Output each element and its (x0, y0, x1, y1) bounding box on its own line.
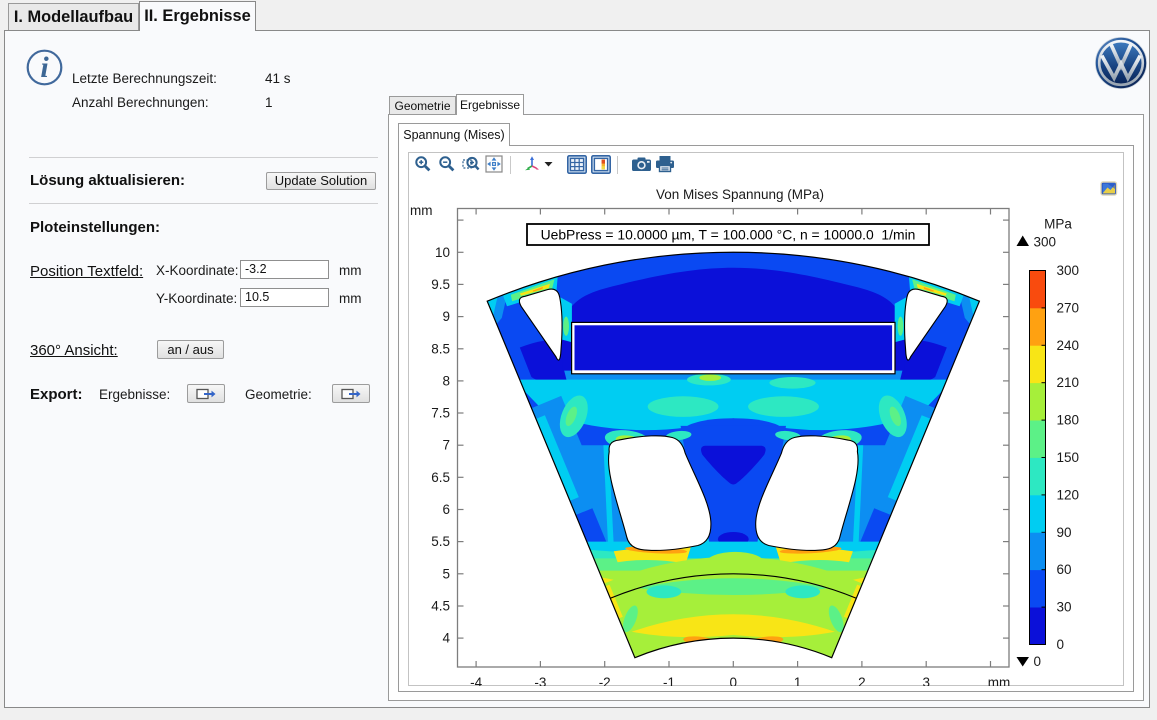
svg-text:0: 0 (730, 675, 738, 686)
svg-text:MPa: MPa (1044, 217, 1072, 232)
svg-text:0: 0 (1034, 654, 1042, 669)
svg-text:6.5: 6.5 (431, 470, 450, 485)
svg-text:-1: -1 (663, 675, 675, 686)
svg-text:-2: -2 (599, 675, 611, 686)
svg-text:mm: mm (988, 675, 1011, 686)
svg-text:210: 210 (1057, 375, 1080, 390)
svg-text:0: 0 (1057, 637, 1065, 652)
svg-text:300: 300 (1057, 263, 1080, 278)
svg-text:30: 30 (1057, 600, 1072, 615)
svg-text:9: 9 (442, 309, 450, 324)
svg-text:5: 5 (442, 566, 450, 581)
svg-text:300: 300 (1034, 235, 1057, 250)
svg-text:8.5: 8.5 (431, 341, 450, 356)
svg-text:4: 4 (442, 631, 450, 646)
svg-text:6: 6 (442, 502, 450, 517)
svg-text:8: 8 (442, 373, 450, 388)
svg-text:10: 10 (435, 245, 450, 260)
svg-text:-3: -3 (534, 675, 546, 686)
svg-text:1: 1 (794, 675, 802, 686)
svg-text:270: 270 (1057, 300, 1080, 315)
svg-text:180: 180 (1057, 413, 1080, 428)
svg-text:150: 150 (1057, 450, 1080, 465)
svg-text:240: 240 (1057, 338, 1080, 353)
svg-text:UebPress = 10.0000 µm, T = 100: UebPress = 10.0000 µm, T = 100.000 °C, n… (541, 227, 916, 243)
svg-text:Von Mises Spannung (MPa): Von Mises Spannung (MPa) (656, 187, 824, 202)
svg-text:7: 7 (442, 438, 450, 453)
svg-text:mm: mm (410, 203, 433, 218)
svg-text:2: 2 (858, 675, 866, 686)
svg-text:i: i (40, 51, 49, 84)
svg-text:9.5: 9.5 (431, 277, 450, 292)
svg-text:7.5: 7.5 (431, 406, 450, 421)
svg-text:5.5: 5.5 (431, 534, 450, 549)
svg-text:-4: -4 (470, 675, 482, 686)
svg-text:90: 90 (1057, 525, 1072, 540)
svg-text:60: 60 (1057, 562, 1072, 577)
svg-text:3: 3 (922, 675, 930, 686)
svg-text:4.5: 4.5 (431, 599, 450, 614)
svg-text:120: 120 (1057, 487, 1080, 502)
